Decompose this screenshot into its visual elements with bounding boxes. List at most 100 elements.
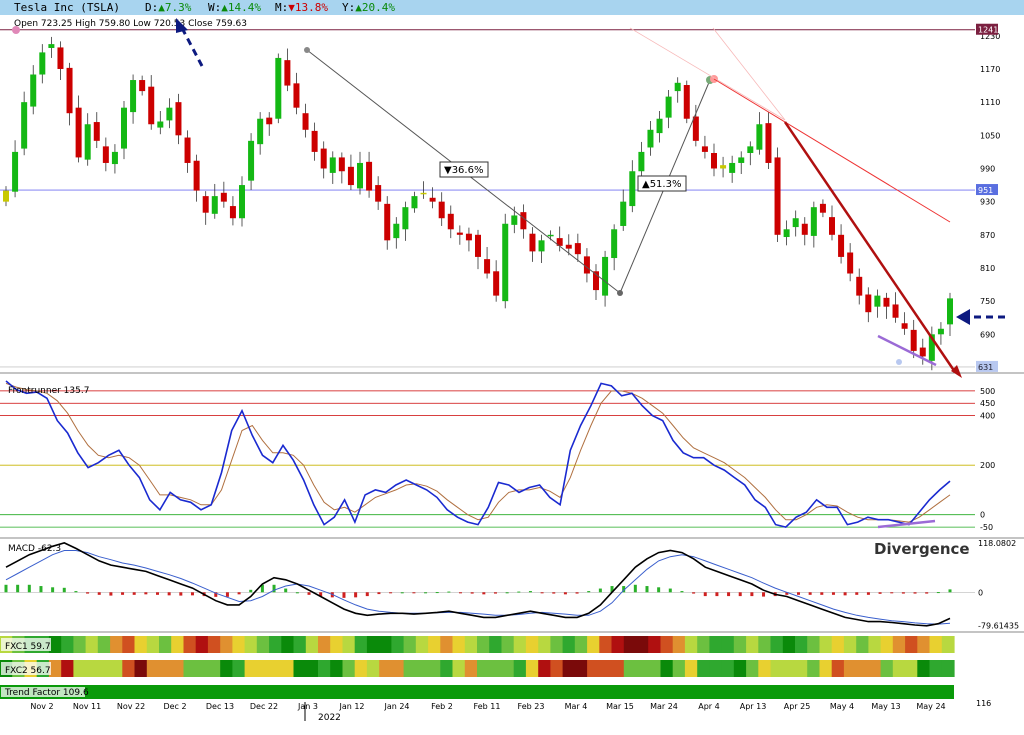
heat-cell (611, 636, 625, 653)
heat-cell (269, 660, 282, 677)
macd-histogram-bar (866, 592, 870, 595)
heat-cell (513, 636, 527, 653)
heat-cell (746, 636, 759, 653)
macd-label: MACD -62.3 (8, 544, 61, 554)
macd-signal-line (5, 550, 951, 625)
heat-cell (525, 660, 539, 677)
x-tick-label: Mar 4 (565, 702, 588, 711)
candle-body (819, 203, 826, 213)
macd-histogram-bar (680, 591, 684, 593)
heat-cell (256, 636, 270, 653)
heat-cell (831, 660, 845, 677)
candle-body (266, 117, 273, 125)
macd-histogram-bar (738, 592, 742, 597)
macd-histogram-bar (342, 592, 346, 598)
macd-histogram-bar (447, 591, 451, 593)
heat-cell (623, 660, 637, 677)
heat-cell (171, 660, 184, 677)
heat-cell (587, 660, 600, 677)
macd-histogram-bar (528, 591, 532, 593)
macd-histogram-bar (27, 584, 31, 593)
heat-cell (110, 660, 123, 677)
heat-cell (391, 636, 405, 653)
perf-item: Y:▲20.4% (342, 1, 395, 14)
heat-cell (807, 636, 820, 653)
heat-cell (758, 660, 772, 677)
heat-cell (856, 660, 869, 677)
heat-cell (366, 636, 380, 653)
heat-cell (538, 660, 551, 677)
heat-cell (660, 636, 674, 653)
heat-cell (831, 636, 845, 653)
heat-cell (892, 660, 906, 677)
candle-body (184, 137, 191, 163)
heat-cell (85, 660, 99, 677)
x-tick-label: May 4 (830, 702, 854, 711)
x-tick-label: Dec 13 (206, 702, 234, 711)
candle-body (620, 201, 627, 226)
heat-cell (697, 636, 710, 653)
heat-cell (305, 636, 319, 653)
candle-body (874, 295, 881, 307)
candle-body (856, 276, 863, 296)
macd-histogram-bar (587, 591, 591, 593)
perf-item: M:▼13.8% (275, 1, 328, 14)
price-tick-label: 1050 (980, 131, 1000, 140)
heat-cell (929, 660, 943, 677)
macd-histogram-bar (307, 592, 311, 595)
candle-body (611, 229, 618, 259)
heat-cell (819, 660, 833, 677)
macd-histogram-bar (540, 592, 544, 594)
heat-cell (648, 636, 661, 653)
heat-cell (146, 660, 160, 677)
price-tag-label: 951 (978, 186, 993, 195)
candle-body (84, 124, 91, 160)
candle-body (747, 146, 754, 154)
candle-body (139, 80, 146, 92)
annotation-label: ▲51.3% (642, 179, 681, 190)
heat-cell (733, 660, 747, 677)
heat-cell (525, 636, 539, 653)
heat-cell (892, 636, 906, 653)
chart-canvas: Tesla Inc (TSLA) D:▲7.3% W:▲14.4% M:▼13.8%… (0, 0, 1024, 723)
candle-body (729, 162, 736, 173)
heat-cell (330, 636, 343, 653)
candle-body (12, 151, 19, 192)
macd-histogram-bar (365, 592, 369, 597)
candle-body (665, 96, 672, 118)
macd-histogram-bar (750, 592, 754, 597)
candle-body (111, 151, 118, 165)
osc-tick-label: 0 (980, 511, 985, 520)
price-tick-label: 930 (980, 198, 995, 207)
candle-body (239, 185, 245, 219)
heat-cell (648, 660, 661, 677)
ticker-title: Tesla Inc (TSLA) (14, 1, 120, 14)
heat-cell (415, 636, 429, 653)
heat-cell (403, 660, 417, 677)
heat-cell (880, 636, 894, 653)
x-tick-label: Apr 25 (784, 702, 811, 711)
pivot-marker (617, 290, 623, 296)
candle-body (148, 86, 155, 125)
x-tick-label: Mar 24 (650, 702, 678, 711)
heat-cell (574, 636, 588, 653)
heat-cell (477, 636, 490, 653)
macd-histogram-bar (808, 592, 812, 595)
candle-body (638, 151, 645, 172)
price-panel: 1230117011101050990930870810750690124195… (0, 18, 1005, 378)
heat-cell (354, 660, 368, 677)
macd-histogram-bar (225, 592, 229, 597)
macd-histogram-bar (156, 592, 160, 595)
macd-histogram-bar (727, 592, 731, 597)
candle-body (565, 244, 572, 249)
heat-cell (770, 636, 784, 653)
candle-body (947, 298, 953, 325)
candle-body (93, 122, 100, 141)
macd-histogram-bar (552, 592, 556, 594)
candle-body (883, 297, 890, 307)
macd-histogram-bar (121, 592, 125, 595)
candle-body (39, 52, 46, 75)
macd-histogram-bar (913, 592, 917, 594)
heat-cell (281, 636, 295, 653)
macd-tick-label: -79.61435 (978, 622, 1019, 631)
